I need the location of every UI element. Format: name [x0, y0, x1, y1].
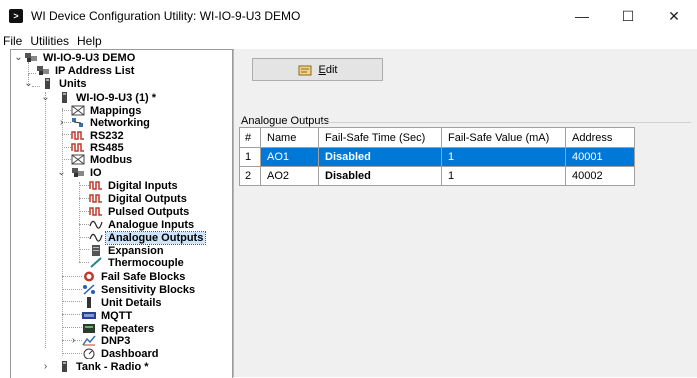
- row-number[interactable]: 1: [239, 147, 261, 167]
- tree-node-mqtt[interactable]: MQTT: [82, 309, 134, 322]
- cell-fail-safe-value[interactable]: 1: [441, 147, 566, 167]
- cell-name[interactable]: AO1: [260, 147, 319, 167]
- cell-address[interactable]: 40001: [565, 147, 635, 167]
- tree-node-networking[interactable]: Networking: [71, 116, 152, 129]
- device-icon: [24, 52, 38, 63]
- window-controls: — ☐ ✕: [559, 0, 697, 32]
- unit-icon: [57, 361, 71, 372]
- cell-address[interactable]: 40002: [565, 166, 635, 186]
- cell-fail-safe-value[interactable]: 1: [441, 166, 566, 186]
- window-title: WI Device Configuration Utility: WI-IO-9…: [31, 9, 301, 23]
- tree-node-units[interactable]: Units: [40, 77, 89, 90]
- menu-bar: File Utilities Help: [0, 33, 697, 49]
- tree-node-unit-details[interactable]: Unit Details: [82, 296, 164, 309]
- repeater-icon: [82, 323, 96, 334]
- minimize-button[interactable]: —: [559, 0, 605, 32]
- tree-node-pulsed-outputs[interactable]: Pulsed Outputs: [89, 205, 191, 218]
- edit-button[interactable]: Edit: [252, 58, 383, 81]
- expand-toggle-tank-radio[interactable]: ›: [41, 361, 50, 372]
- expand-toggle-unit-1[interactable]: ⌄: [41, 92, 50, 103]
- digital-io-icon: [89, 206, 103, 217]
- cell-fail-safe-time[interactable]: Disabled: [318, 166, 442, 186]
- device-tree[interactable]: ⌄ WI-IO-9-U3 DEMO IP Address List ⌄ Unit…: [10, 49, 233, 378]
- table-header-row: # Name Fail-Safe Time (Sec) Fail-Safe Va…: [239, 127, 635, 148]
- unit-icon: [82, 297, 96, 308]
- analogue-outputs-table[interactable]: # Name Fail-Safe Time (Sec) Fail-Safe Va…: [239, 127, 635, 186]
- app-icon: >: [9, 9, 23, 23]
- tree-node-dashboard[interactable]: Dashboard: [82, 347, 160, 360]
- tree-node-thermocouple[interactable]: Thermocouple: [89, 256, 186, 269]
- mappings-icon: [71, 105, 85, 116]
- digital-io-icon: [89, 180, 103, 191]
- unit-icon: [40, 78, 54, 89]
- table-row[interactable]: 1 AO1 Disabled 1 40001: [239, 147, 635, 167]
- content-panel: Edit Analogue Outputs # Name Fail-Safe T…: [233, 49, 697, 377]
- cell-fail-safe-time[interactable]: Disabled: [318, 147, 442, 167]
- edit-icon: [298, 64, 312, 75]
- tree-node-digital-inputs[interactable]: Digital Inputs: [89, 179, 180, 192]
- cell-name[interactable]: AO2: [260, 166, 319, 186]
- thermocouple-icon: [89, 257, 103, 268]
- digital-io-icon: [89, 193, 103, 204]
- tree-node-analogue-outputs[interactable]: Analogue Outputs: [89, 230, 207, 245]
- sensitivity-icon: [82, 284, 96, 295]
- network-icon: [71, 117, 85, 128]
- dnp3-icon: [82, 335, 96, 346]
- device-icon: [71, 167, 85, 178]
- analogue-icon: [89, 219, 103, 230]
- tree-node-dnp3[interactable]: DNP3: [82, 334, 132, 347]
- group-divider: [321, 122, 691, 123]
- expand-toggle-root[interactable]: ⌄: [14, 52, 23, 63]
- tree-node-digital-outputs[interactable]: Digital Outputs: [89, 192, 189, 205]
- tree-node-fail-safe-blocks[interactable]: Fail Safe Blocks: [82, 270, 187, 283]
- close-button[interactable]: ✕: [651, 0, 697, 32]
- row-number[interactable]: 2: [239, 166, 261, 186]
- column-header-fail-safe-time[interactable]: Fail-Safe Time (Sec): [318, 127, 442, 148]
- column-header-address[interactable]: Address: [565, 127, 635, 148]
- expand-toggle-io[interactable]: ⌄: [57, 167, 66, 178]
- group-title: Analogue Outputs: [241, 115, 330, 127]
- mappings-icon: [71, 154, 85, 165]
- mqtt-icon: [82, 310, 96, 321]
- edit-button-label: Edit: [318, 63, 338, 76]
- expand-toggle-networking[interactable]: ›: [57, 117, 66, 128]
- title-bar: > WI Device Configuration Utility: WI-IO…: [0, 0, 697, 32]
- tree-node-unit-1[interactable]: WI-IO-9-U3 (1) *: [57, 91, 158, 104]
- expansion-icon: [89, 245, 103, 256]
- column-header-name[interactable]: Name: [260, 127, 319, 148]
- tree-node-modbus[interactable]: Modbus: [71, 153, 134, 166]
- menu-file[interactable]: File: [0, 34, 26, 48]
- column-header-fail-safe-value[interactable]: Fail-Safe Value (mA): [441, 127, 566, 148]
- tree-node-ip-address-list[interactable]: IP Address List: [36, 64, 136, 77]
- serial-icon: [71, 130, 85, 141]
- column-header-number[interactable]: #: [239, 127, 261, 148]
- unit-icon: [57, 92, 71, 103]
- expand-toggle-dnp3[interactable]: ›: [69, 335, 78, 346]
- tree-node-tank-radio[interactable]: Tank - Radio *: [57, 360, 151, 373]
- tree-node-root[interactable]: WI-IO-9-U3 DEMO: [24, 51, 137, 64]
- fail-safe-icon: [82, 271, 96, 282]
- tree-node-io[interactable]: IO: [71, 166, 104, 179]
- expand-toggle-units[interactable]: ⌄: [24, 78, 33, 89]
- table-row[interactable]: 2 AO2 Disabled 1 40002: [239, 166, 635, 186]
- dashboard-icon: [82, 348, 96, 359]
- maximize-button[interactable]: ☐: [605, 0, 651, 32]
- menu-utilities[interactable]: Utilities: [26, 34, 73, 48]
- analogue-icon: [89, 232, 103, 243]
- device-icon: [36, 65, 50, 76]
- tree-node-sensitivity-blocks[interactable]: Sensitivity Blocks: [82, 283, 197, 296]
- tree-node-analogue-inputs[interactable]: Analogue Inputs: [89, 218, 196, 231]
- menu-help[interactable]: Help: [73, 34, 106, 48]
- serial-icon: [71, 142, 85, 153]
